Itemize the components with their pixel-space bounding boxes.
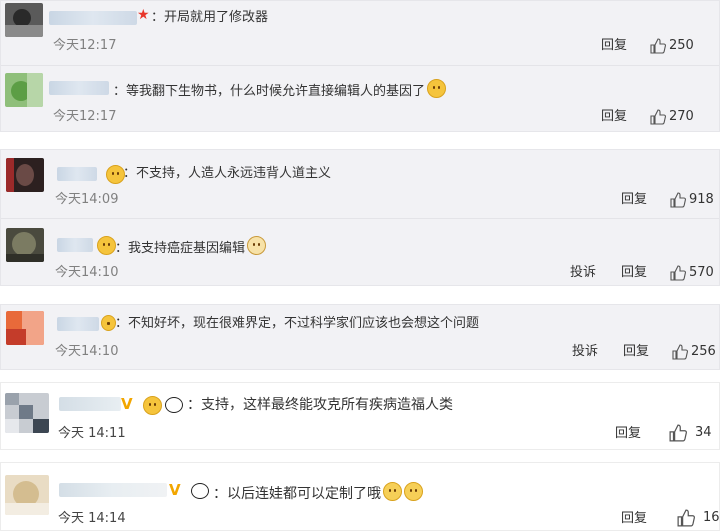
username[interactable]: [59, 483, 167, 497]
comment-text: ：等我翻下生物书，什么时候允许直接编辑人的基因了: [113, 79, 447, 101]
comment-text: ：以后连娃都可以定制了哦: [213, 482, 423, 503]
like-button[interactable]: 16: [676, 509, 720, 527]
thumbs-up-icon: [650, 109, 666, 125]
thumbs-up-icon: [668, 424, 688, 442]
comment-card: ：不支持，人造人永远违背人道主义 今天14:09 回复 918 ：我支持癌症基因…: [0, 149, 720, 286]
avatar[interactable]: [5, 475, 49, 515]
comment-card: V ：支持，这样最终能攻克所有疾病造福人类 今天 14:11 回复 34: [0, 382, 720, 450]
reply-button[interactable]: 回复: [601, 109, 627, 125]
username[interactable]: [59, 397, 121, 411]
avatar[interactable]: [6, 311, 44, 345]
like-button[interactable]: 256: [672, 344, 716, 360]
avatar[interactable]: [5, 3, 43, 37]
like-button[interactable]: 270: [650, 109, 694, 125]
timestamp: 今天14:10: [55, 265, 119, 280]
comment-item: ★ ：开局就用了修改器 今天12:17 回复 250: [1, 1, 719, 63]
comment-item: ：我支持癌症基因编辑 今天14:10 投诉 回复 570: [1, 222, 719, 286]
username[interactable]: [49, 11, 137, 25]
avatar[interactable]: [6, 228, 44, 262]
timestamp: 今天 14:11: [58, 426, 126, 441]
thumbs-up-icon: [672, 344, 688, 360]
reply-button[interactable]: 回复: [621, 192, 647, 208]
comment-card: ：不知好坏，现在很难界定，不过科学家们应该也会想这个问题 今天14:10 投诉 …: [0, 304, 720, 370]
timestamp: 今天12:17: [53, 38, 117, 53]
like-count: 16: [703, 510, 720, 525]
reply-button[interactable]: 回复: [623, 344, 649, 360]
reply-button[interactable]: 回复: [601, 38, 627, 54]
report-button[interactable]: 投诉: [570, 265, 596, 281]
comment-card: ★ ：开局就用了修改器 今天12:17 回复 250 ：等我翻下生物书，什么时候…: [0, 0, 720, 132]
like-count: 34: [695, 425, 712, 440]
verified-v-icon: V: [121, 395, 133, 413]
heart-eyes-emoji-icon: [101, 315, 116, 331]
comment-item: V ：以后连娃都可以定制了哦 今天 14:14 回复 16: [1, 463, 720, 532]
like-button[interactable]: 34: [668, 424, 712, 442]
report-button[interactable]: 投诉: [572, 344, 598, 360]
panda-icon: [191, 483, 209, 499]
comment-card: V ：以后连娃都可以定制了哦 今天 14:14 回复 16: [0, 462, 720, 531]
like-count: 270: [669, 109, 694, 124]
praying-hands-icon: [404, 482, 423, 501]
like-count: 918: [689, 192, 714, 207]
comment-text: ：我支持癌症基因编辑: [115, 236, 267, 258]
thumbs-up-icon: [670, 192, 686, 208]
username[interactable]: [57, 167, 97, 181]
reply-button[interactable]: 回复: [621, 511, 647, 527]
comment-text: ：不知好坏，现在很难界定，不过科学家们应该也会想这个问题: [115, 316, 480, 331]
like-count: 250: [669, 38, 694, 53]
username[interactable]: [49, 81, 109, 95]
thumbs-up-icon: [676, 509, 696, 527]
cat-face-icon: [247, 236, 267, 255]
star-icon: ★: [137, 7, 150, 23]
like-button[interactable]: 918: [670, 192, 714, 208]
username[interactable]: [57, 238, 93, 252]
heart-eyes-emoji-icon: [143, 396, 162, 415]
heart-eyes-emoji-icon: [97, 236, 116, 255]
thumbs-up-icon: [650, 38, 666, 54]
avatar[interactable]: [6, 158, 44, 192]
comment-page: ★ ：开局就用了修改器 今天12:17 回复 250 ：等我翻下生物书，什么时候…: [0, 0, 724, 531]
like-count: 256: [691, 344, 716, 359]
thumbs-up-icon: [670, 265, 686, 281]
username[interactable]: [57, 317, 99, 331]
comment-item: ：不知好坏，现在很难界定，不过科学家们应该也会想这个问题 今天14:10 投诉 …: [1, 305, 719, 371]
timestamp: 今天12:17: [53, 109, 117, 124]
panda-icon: [165, 397, 183, 413]
verified-v-icon: V: [169, 481, 181, 499]
comment-item: ：等我翻下生物书，什么时候允许直接编辑人的基因了 今天12:17 回复 270: [1, 71, 719, 131]
timestamp: 今天14:09: [55, 192, 119, 207]
timestamp: 今天 14:14: [58, 511, 126, 526]
reply-button[interactable]: 回复: [621, 265, 647, 281]
comment-item: V ：支持，这样最终能攻克所有疾病造福人类 今天 14:11 回复 34: [1, 383, 719, 451]
comment-item: ：不支持，人造人永远违背人道主义 今天14:09 回复 918: [1, 150, 719, 214]
smirk-emoji-icon: [427, 79, 447, 98]
praying-hands-icon: [383, 482, 402, 501]
comment-text: ：开局就用了修改器: [151, 10, 269, 25]
comment-text: ：支持，这样最终能攻克所有疾病造福人类: [187, 397, 453, 413]
like-count: 570: [689, 265, 714, 280]
timestamp: 今天14:10: [55, 344, 119, 359]
like-button[interactable]: 570: [670, 265, 714, 281]
avatar[interactable]: [5, 73, 43, 107]
comment-text: ：不支持，人造人永远违背人道主义: [123, 166, 332, 181]
avatar[interactable]: [5, 393, 49, 433]
reply-button[interactable]: 回复: [615, 426, 641, 442]
like-button[interactable]: 250: [650, 38, 694, 54]
